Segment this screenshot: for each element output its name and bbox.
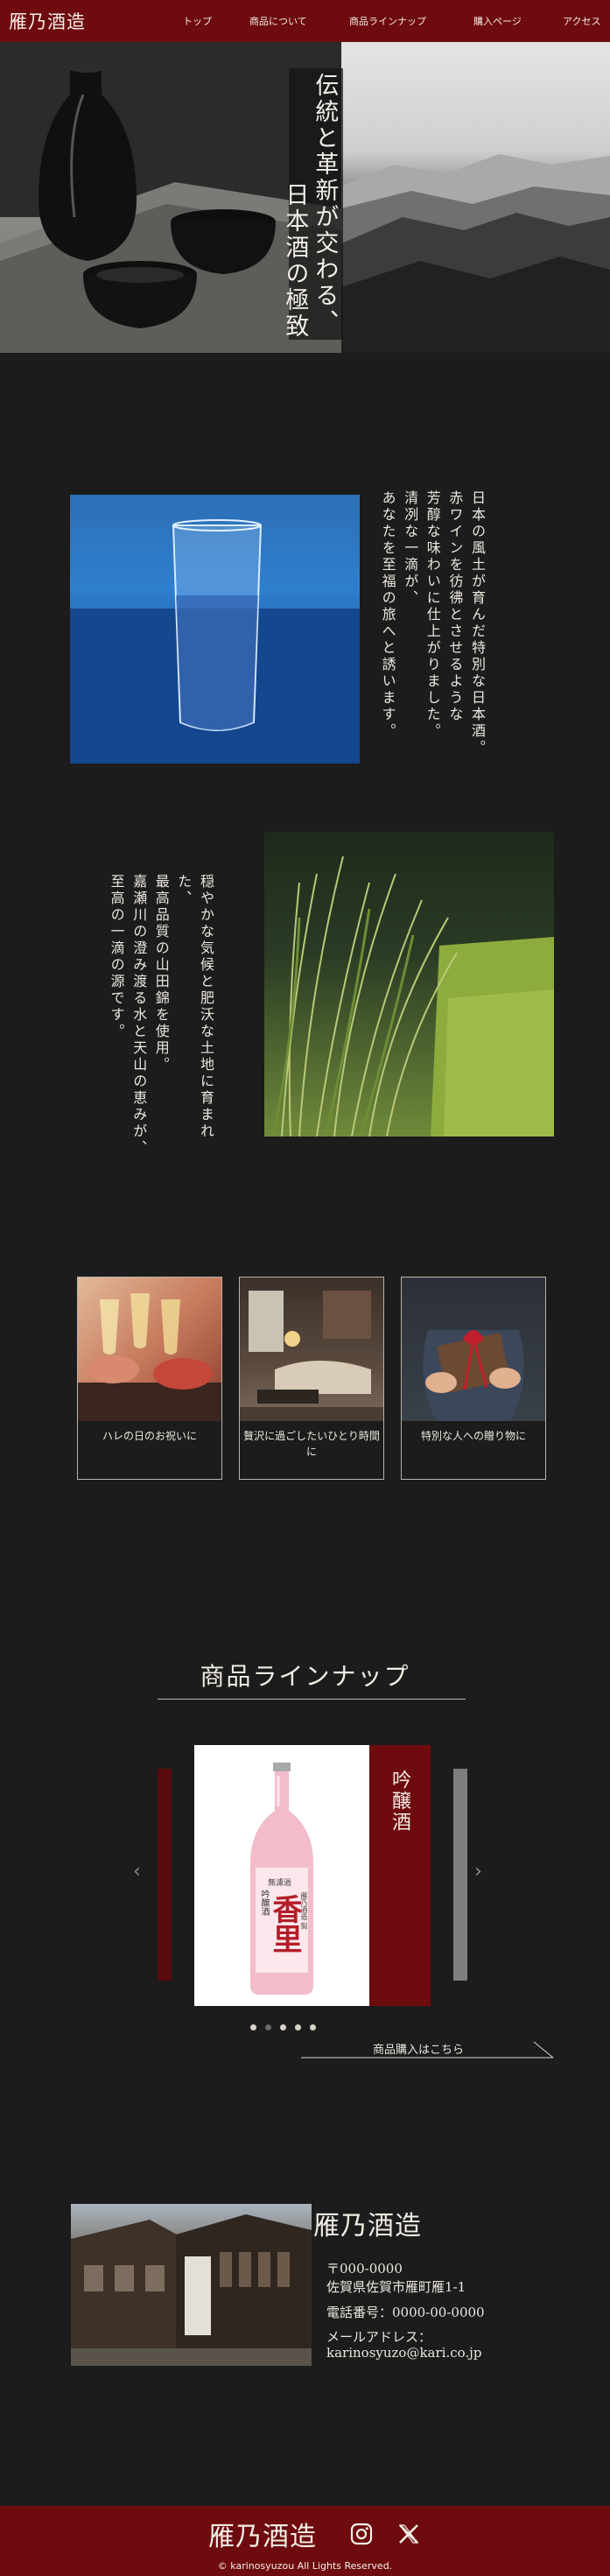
living-room-illustration bbox=[240, 1291, 383, 1421]
living-room-photo bbox=[240, 1277, 383, 1421]
glass-illustration bbox=[70, 519, 360, 764]
origin-line-4: 至高の一滴の源です。 bbox=[108, 874, 125, 1040]
page: 雁乃酒造 トップ 商品について 商品ラインナップ 購入ページ アクセス 伝統と革… bbox=[0, 0, 610, 2576]
carousel-dot[interactable] bbox=[265, 2024, 271, 2031]
access-brewery-name: 雁乃酒造 bbox=[313, 2211, 422, 2242]
carousel-dots bbox=[0, 2024, 610, 2035]
lineup-title: 商品ラインナップ bbox=[200, 1662, 410, 1691]
mountain-illustration bbox=[341, 154, 610, 353]
hero-caption-line1: 伝統と革新が交わる、 bbox=[311, 73, 339, 335]
lineup-title-underline bbox=[158, 1699, 466, 1700]
main-nav: トップ 商品について 商品ラインナップ 購入ページ アクセス bbox=[0, 0, 610, 42]
scene-card-celebration[interactable]: ハレの日のお祝いに bbox=[77, 1277, 222, 1480]
intro-line-4: 清冽な一滴が、 bbox=[402, 490, 419, 607]
product-name-panel: 吟醸酒 bbox=[369, 1745, 431, 2006]
intro-line-3: 芳醇な味わいに仕上がりました。 bbox=[424, 490, 441, 740]
purchase-link-arrow bbox=[301, 2041, 554, 2059]
gift-illustration bbox=[423, 1330, 524, 1421]
hero: 伝統と革新が交わる、 日本酒の極致 bbox=[0, 42, 610, 353]
carousel-dot[interactable] bbox=[310, 2024, 316, 2031]
bottle-label-small-text: 無濾過 bbox=[268, 1879, 292, 1888]
nav-about[interactable]: 商品について bbox=[249, 14, 307, 28]
footer-copyright: © karinosyuzou All Lights Reserved. bbox=[217, 2560, 393, 2572]
bottle-label-side: 雁乃酒造 製 bbox=[300, 1892, 308, 1930]
rice-field-illustration bbox=[271, 855, 554, 1137]
origin-line-2: 最高品質の山田錦を使用。 bbox=[152, 874, 170, 1073]
x-icon[interactable] bbox=[397, 2523, 420, 2545]
site-footer: 雁乃酒造 © karinosyuzou All Lights Reserved. bbox=[0, 2506, 610, 2576]
carousel-prev-slide bbox=[158, 1769, 172, 1981]
carousel-dot[interactable] bbox=[250, 2024, 256, 2031]
product-name: 吟醸酒 bbox=[389, 1770, 410, 1833]
access-mail[interactable]: karinosyuzo@kari.co.jp bbox=[326, 2345, 481, 2361]
carousel-prev-arrow[interactable]: ‹ bbox=[133, 1861, 141, 1883]
access-postal: 〒000-0000 bbox=[326, 2261, 403, 2277]
celebration-photo bbox=[78, 1277, 221, 1421]
intro-text: 日本の風土が育んだ特別な日本酒。 赤ワインを彷彿とさせるような 芳醇な味わいに仕… bbox=[376, 490, 488, 779]
access-address: 佐賀県佐賀市雁町雁1-1 bbox=[326, 2279, 466, 2295]
intro-line-1: 日本の風土が育んだ特別な日本酒。 bbox=[468, 490, 486, 757]
nav-top[interactable]: トップ bbox=[183, 14, 212, 28]
carousel-dot[interactable] bbox=[295, 2024, 301, 2031]
rice-field-photo bbox=[264, 832, 554, 1137]
access-mail-label: メールアドレス： bbox=[326, 2329, 432, 2345]
origin-text: 穏やかな気候と肥沃な土地に育まれた、 最高品質の山田錦を使用。 嘉瀬川の澄み渡る… bbox=[105, 874, 217, 1163]
carousel-next-arrow[interactable]: › bbox=[474, 1861, 482, 1883]
toast-illustration bbox=[78, 1293, 221, 1421]
site-header: 雁乃酒造 トップ 商品について 商品ラインナップ 購入ページ アクセス bbox=[0, 0, 610, 42]
scene-caption-gift: 特別な人への贈り物に bbox=[420, 1430, 526, 1442]
sake-bottle-illustration bbox=[250, 1763, 313, 1995]
brewery-photo bbox=[71, 2204, 312, 2366]
intro-line-5: あなたを至福の旅へと誘います。 bbox=[379, 490, 396, 740]
carousel-dot[interactable] bbox=[280, 2024, 286, 2031]
intro-line-2: 赤ワインを彷彿とさせるような bbox=[446, 490, 464, 723]
hero-caption-line2: 日本酒の極致 bbox=[281, 182, 309, 340]
origin-line-1: 穏やかな気候と肥沃な土地に育まれた、 bbox=[175, 874, 214, 1140]
scene-card-alone-time[interactable]: 贅沢に過ごしたいひとり時間に bbox=[239, 1277, 384, 1480]
carousel-next-slide bbox=[453, 1769, 467, 1981]
scene-caption-celebration: ハレの日のお祝いに bbox=[102, 1430, 197, 1442]
instagram-icon[interactable] bbox=[350, 2523, 373, 2545]
access-phone: 電話番号：0000-00-0000 bbox=[326, 2305, 485, 2320]
scene-caption-alone-time: 贅沢に過ごしたいひとり時間に bbox=[243, 1430, 380, 1458]
brewery-illustration bbox=[71, 2214, 312, 2366]
product-bottle-photo[interactable]: 吟醸酒 無濾過 香里 雁乃酒造 製 bbox=[194, 1745, 369, 2006]
nav-access[interactable]: アクセス bbox=[563, 14, 600, 28]
nav-lineup[interactable]: 商品ラインナップ bbox=[349, 14, 426, 28]
origin-line-3: 嘉瀬川の澄み渡る水と天山の恵みが、 bbox=[130, 874, 148, 1157]
scene-card-gift[interactable]: 特別な人への贈り物に bbox=[401, 1277, 546, 1480]
nav-purchase[interactable]: 購入ページ bbox=[473, 14, 522, 28]
footer-logo[interactable]: 雁乃酒造 bbox=[208, 2515, 317, 2553]
bottle-label-main: 香里 bbox=[267, 1894, 302, 1953]
gift-photo bbox=[402, 1277, 545, 1421]
hero-mountain-photo bbox=[341, 42, 610, 353]
sake-glass-photo bbox=[70, 495, 360, 764]
